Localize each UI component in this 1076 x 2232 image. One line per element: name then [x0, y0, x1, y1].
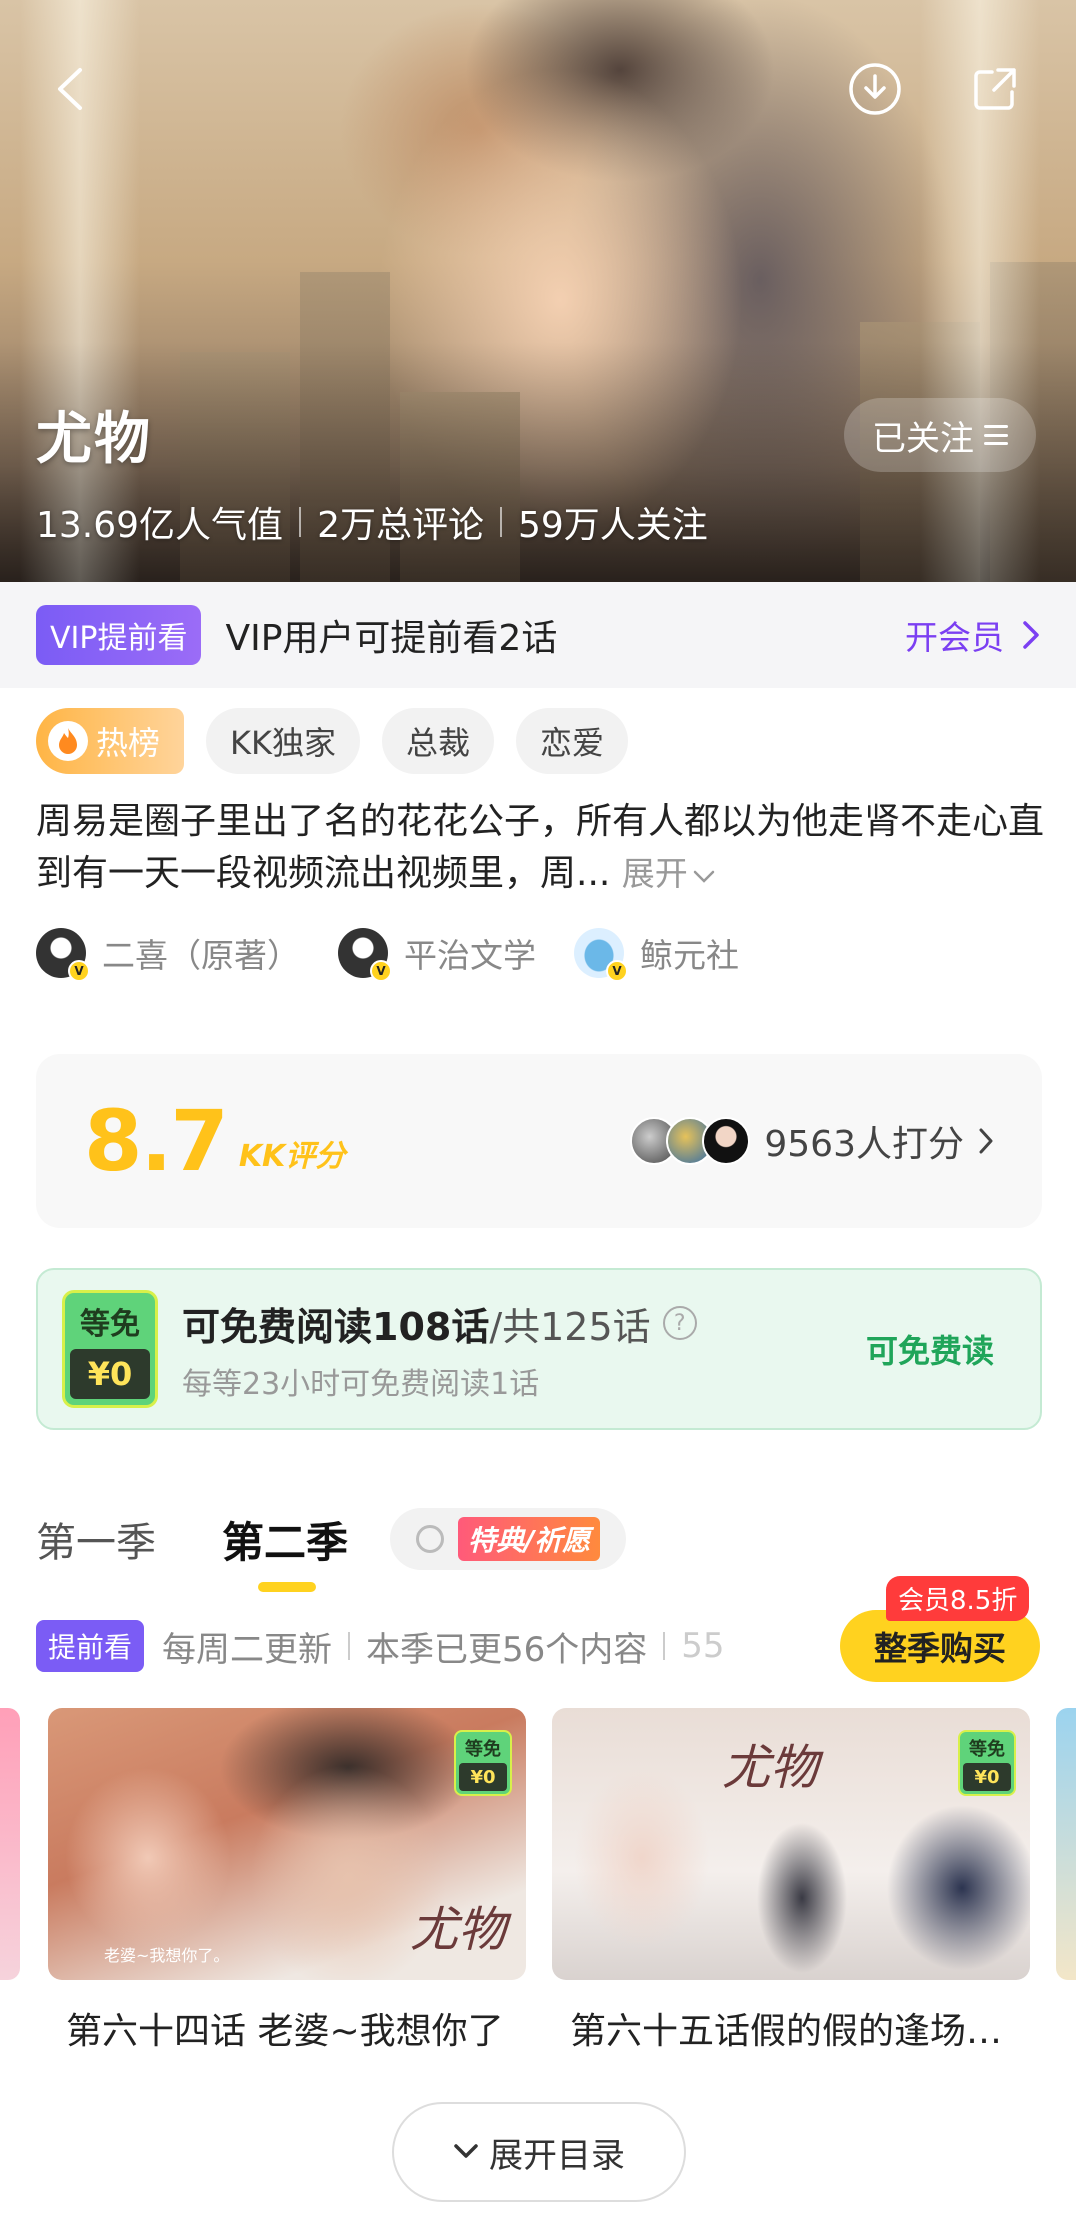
total-chapters: /共125话 [489, 1304, 651, 1349]
episode-cover: 尤物 等免 ¥0 [552, 1708, 1030, 1980]
comments-stat[interactable]: 2万总评论 [317, 496, 484, 548]
download-icon [849, 63, 901, 115]
season-update-info: 提前看 每周二更新 本季已更56个内容 55 [36, 1620, 725, 1672]
episode-card[interactable]: 尤物 等免 ¥0 第六十五话假的假的逢场作戏 [552, 1708, 1030, 2054]
vip-early-access-bar[interactable]: VIP提前看 VIP用户可提前看2话 开会员 [0, 582, 1076, 688]
expand-catalog-button[interactable]: 展开目录 [392, 2102, 686, 2202]
tab-season-2[interactable]: 第二季 [222, 1509, 348, 1592]
raters-link[interactable]: 9563人打分 [630, 1115, 994, 1167]
followers-stat: 59万人关注 [517, 505, 708, 546]
popularity-stat: 13.69亿人气值 [36, 505, 284, 546]
season-tabs: 第一季 第二季 特典/祈愿 [36, 1508, 627, 1592]
author-item[interactable]: V 平治文学 [338, 928, 536, 982]
comic-title: 尤物 [36, 407, 152, 472]
episode-logo: 尤物 [409, 1902, 506, 1958]
radio-icon [416, 1525, 445, 1553]
season-count: 本季已更56个内容 [366, 1629, 648, 1670]
author-avatar: V [338, 928, 392, 982]
rating-card[interactable]: 8.7 KK评分 9563人打分 [36, 1054, 1042, 1228]
season-count-partial: 55 [681, 1626, 725, 1666]
tag-list: 热榜 KK独家 总裁 恋爱 [36, 708, 629, 774]
episode-title: 第六十四话 老婆~我想你了 [66, 2011, 504, 2052]
follow-label: 已关注 [872, 418, 974, 459]
tag-exclusive[interactable]: KK独家 [206, 708, 360, 774]
rating-label: KK评分 [238, 1139, 346, 1174]
wait-free-badge: 等免 ¥0 [454, 1730, 512, 1796]
episode-card[interactable]: 尤物 老婆~我想你了。 等免 ¥0 第六十四话 老婆~我想你了 [48, 1708, 526, 2054]
author-item[interactable]: V 鲸元社 [574, 928, 739, 982]
raters-count: 9563人打分 [764, 1124, 964, 1165]
back-arrow-icon [58, 68, 82, 110]
author-list: V 二喜（原著） V 平治文学 V 鲸元社 [36, 928, 739, 982]
wait-free-badge: 等免 ¥0 [62, 1290, 158, 1408]
rater-avatars [630, 1117, 751, 1165]
episode-title: 第六十五话假的假的逢场作戏 [570, 2011, 1030, 2052]
chevron-down-icon [454, 2144, 478, 2158]
wait-free-badge: 等免 ¥0 [958, 1730, 1016, 1796]
episode-carousel[interactable]: 尤物 老婆~我想你了。 等免 ¥0 第六十四话 老婆~我想你了 尤物 等免 ¥0… [0, 1708, 1076, 2052]
tab-season-1[interactable]: 第一季 [36, 1510, 156, 1568]
chevron-down-icon [693, 870, 715, 883]
back-button[interactable] [38, 54, 108, 124]
member-discount-badge: 会员8.5折 [886, 1576, 1030, 1621]
episode-card-partial[interactable] [0, 1708, 20, 1980]
comic-stats: 13.69亿人气值 2万总评论 59万人关注 [36, 496, 708, 548]
early-access-badge: 提前看 [36, 1620, 145, 1672]
special-wish-toggle[interactable]: 特典/祈愿 [390, 1508, 627, 1570]
help-icon[interactable]: ? [662, 1306, 697, 1340]
wait-free-rule: 每等23小时可免费阅读1话 [182, 1366, 540, 1402]
episode-caption: 老婆~我想你了。 [104, 1946, 230, 1965]
menu-icon [984, 425, 1008, 445]
tag-romance[interactable]: 恋爱 [516, 708, 629, 774]
episode-card-partial[interactable] [1056, 1708, 1076, 1980]
tag-ceo[interactable]: 总裁 [382, 708, 495, 774]
author-item[interactable]: V 二喜（原著） [36, 928, 300, 982]
episode-logo: 尤物 [722, 1740, 819, 1796]
vip-badge: VIP提前看 [36, 605, 202, 665]
share-icon [974, 68, 1016, 110]
author-avatar: V [36, 928, 90, 982]
hot-ranking-tag[interactable]: 热榜 [36, 708, 185, 774]
share-button[interactable] [960, 54, 1030, 124]
chevron-right-icon [1023, 621, 1039, 649]
download-button[interactable] [840, 54, 910, 124]
expand-description-link[interactable]: 展开 [622, 854, 716, 893]
update-schedule: 每周二更新 [162, 1629, 333, 1670]
rating-score: 8.7 [84, 1092, 229, 1190]
free-chapters: 可免费阅读108话 [182, 1304, 490, 1349]
read-free-button[interactable]: 可免费读 [866, 1326, 994, 1372]
vip-text: VIP用户可提前看2话 [225, 618, 558, 659]
free-read-info: 可免费阅读108话 /共125话 ? 每等23小时可免费阅读1话 [182, 1296, 697, 1403]
comic-cover-banner: 尤物 13.69亿人气值 2万总评论 59万人关注 已关注 [0, 0, 1076, 582]
flame-icon [48, 721, 88, 761]
author-avatar: V [574, 928, 628, 982]
free-read-card[interactable]: 等免 ¥0 可免费阅读108话 /共125话 ? 每等23小时可免费阅读1话 可… [36, 1268, 1042, 1430]
episode-cover: 尤物 老婆~我想你了。 等免 ¥0 [48, 1708, 526, 1980]
open-membership-link[interactable]: 开会员 [905, 611, 1040, 659]
follow-button[interactable]: 已关注 [844, 398, 1036, 472]
chevron-right-icon [979, 1128, 993, 1154]
comic-description[interactable]: 周易是圈子里出了名的花花公子，所有人都以为他走肾不走心直到有一天一段视频流出视频… [36, 796, 1046, 900]
